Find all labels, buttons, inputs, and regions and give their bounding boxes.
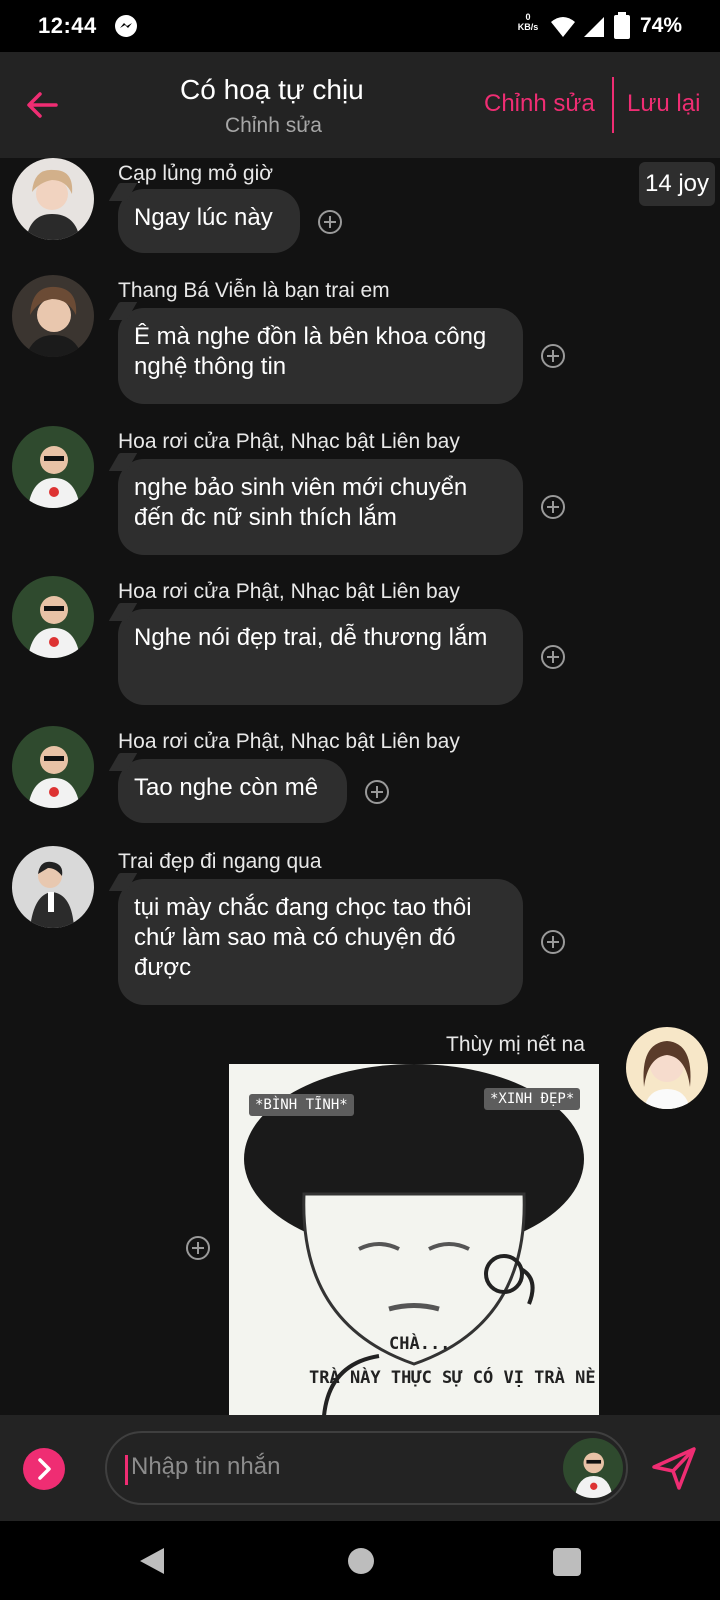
avatar[interactable] (12, 158, 94, 240)
edit-button[interactable]: Chỉnh sửa (484, 90, 595, 118)
expand-button[interactable] (23, 1448, 65, 1490)
network-speed-value: 0 (525, 12, 531, 22)
add-reaction-icon[interactable] (318, 210, 342, 234)
sender-name: Cạp lủng mỏ giờ (118, 162, 274, 185)
add-reaction-icon[interactable] (541, 344, 565, 368)
sender-name: Hoa rơi cửa Phật, Nhạc bật Liên bay (118, 580, 460, 603)
status-bar: 12:44 0 KB/s 74% (0, 0, 720, 52)
sticker-tag-right: *XINH ĐẸP* (484, 1088, 581, 1110)
messenger-icon (115, 15, 137, 37)
sticker-caption-1: CHÀ... (389, 1334, 451, 1354)
nav-back-icon[interactable] (138, 1546, 166, 1576)
message-text: Ngay lúc này (134, 204, 273, 231)
app-header: Có hoạ tự chịu Chỉnh sửa Chỉnh sửa Lưu l… (0, 52, 720, 158)
character-avatar[interactable] (563, 1438, 623, 1498)
add-reaction-icon[interactable] (541, 495, 565, 519)
chevron-right-icon (38, 1458, 51, 1480)
text-caret (125, 1455, 128, 1485)
sticker-caption-2: TRÀ NÀY THỰC SỰ CÓ VỊ TRÀ NÈ. (309, 1368, 599, 1388)
message-composer: Nhập tin nhắn (0, 1415, 720, 1521)
message-bubble[interactable]: tụi mày chắc đang chọc tao thôi chứ làm … (118, 879, 523, 1005)
battery-percent: 74% (640, 14, 683, 37)
network-speed: 0 KB/s (515, 12, 541, 32)
nav-recent-icon[interactable] (553, 1548, 581, 1576)
avatar[interactable] (12, 726, 94, 808)
battery-icon (614, 12, 630, 39)
message-bubble[interactable]: Ngay lúc này (118, 189, 300, 253)
avatar[interactable] (12, 576, 94, 658)
message-text: Tao nghe còn mê (134, 774, 319, 801)
add-reaction-icon[interactable] (365, 780, 389, 804)
message-text: nghe bảo sinh viên mới chuyển đến đc nữ … (134, 474, 468, 531)
message-text: Nghe nói đẹp trai, dễ thương lắm (134, 624, 488, 651)
network-speed-unit: KB/s (517, 22, 539, 32)
page-title: Có hoạ tự chịu (180, 74, 364, 105)
message-bubble[interactable]: nghe bảo sinh viên mới chuyển đến đc nữ … (118, 459, 523, 555)
own-avatar[interactable] (626, 1027, 708, 1109)
signal-icon (584, 17, 604, 37)
sender-name: Hoa rơi cửa Phật, Nhạc bật Liên bay (118, 730, 460, 753)
message-text: tụi mày chắc đang chọc tao thôi chứ làm … (134, 894, 472, 981)
message-bubble[interactable]: Tao nghe còn mê (118, 759, 347, 823)
message-input-placeholder: Nhập tin nhắn (131, 1453, 281, 1480)
message-text: Ê mà nghe đồn là bên khoa công nghệ thôn… (134, 323, 487, 380)
avatar[interactable] (12, 275, 94, 357)
header-divider (612, 77, 614, 133)
add-reaction-icon[interactable] (541, 930, 565, 954)
save-button[interactable]: Lưu lại (627, 90, 700, 118)
message-bubble[interactable]: Nghe nói đẹp trai, dễ thương lắm (118, 609, 523, 705)
sender-name: Trai đẹp đi ngang qua (118, 850, 322, 873)
status-time: 12:44 (38, 13, 97, 38)
reaction-count-badge: 14 joy (639, 162, 715, 206)
send-icon[interactable] (651, 1445, 697, 1491)
sender-name: Thang Bá Viễn là bạn trai em (118, 279, 390, 302)
add-reaction-icon[interactable] (186, 1236, 210, 1260)
avatar[interactable] (12, 846, 94, 928)
message-input-field[interactable]: Nhập tin nhắn (105, 1431, 628, 1505)
system-nav-bar (0, 1521, 720, 1600)
sticker-image[interactable]: *BÌNH TĨNH* *XINH ĐẸP* CHÀ... TRÀ NÀY TH… (229, 1064, 599, 1416)
wifi-icon (551, 17, 575, 37)
sender-name: Hoa rơi cửa Phật, Nhạc bật Liên bay (118, 430, 460, 453)
own-sender-name: Thùy mị nết na (446, 1033, 585, 1056)
sticker-tag-left: *BÌNH TĨNH* (249, 1094, 354, 1116)
add-reaction-icon[interactable] (541, 645, 565, 669)
message-bubble[interactable]: Ê mà nghe đồn là bên khoa công nghệ thôn… (118, 308, 523, 404)
back-arrow-icon[interactable] (22, 85, 62, 125)
page-subtitle: Chỉnh sửa (225, 114, 322, 137)
avatar[interactable] (12, 426, 94, 508)
nav-home-icon[interactable] (348, 1548, 374, 1574)
